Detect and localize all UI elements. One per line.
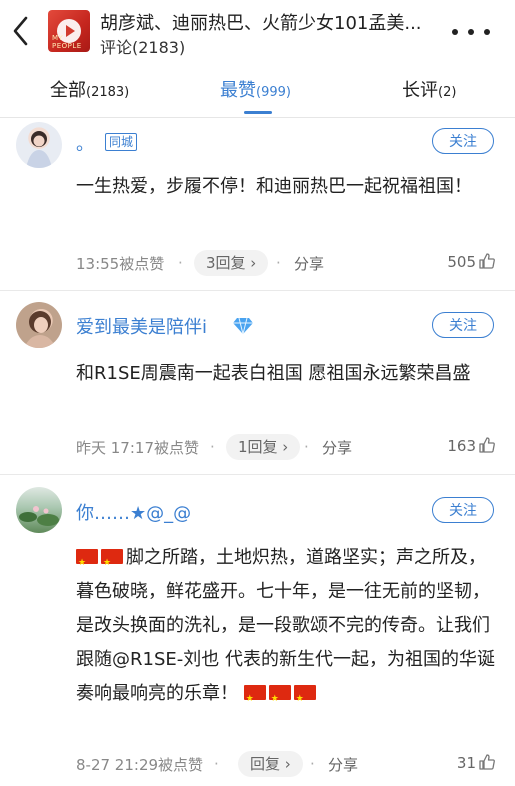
comment-count: 评论(2183) <box>100 38 186 57</box>
comment-meta: 8-27 21:29被点赞 · 回复 › · 分享 31 <box>76 751 496 777</box>
like-button[interactable]: 163 <box>447 436 496 455</box>
like-count: 505 <box>447 253 476 271</box>
tab-long[interactable]: 长评(2) <box>402 76 456 102</box>
like-time: 13:55被点赞 <box>76 255 165 273</box>
username[interactable]: 。 <box>76 130 94 156</box>
follow-button[interactable]: 关注 <box>432 497 494 523</box>
song-cover[interactable]: MY PEOPLE <box>48 10 90 52</box>
like-button[interactable]: 31 <box>457 753 496 772</box>
tab-all-label: 全部 <box>50 80 86 101</box>
like-time: 8-27 21:29被点赞 <box>76 756 204 774</box>
thumbs-up-icon <box>479 754 495 770</box>
follow-button[interactable]: 关注 <box>432 312 494 338</box>
more-icon[interactable] <box>448 16 498 46</box>
tab-active-indicator <box>244 111 272 114</box>
separator: · <box>304 438 309 456</box>
separator: · <box>276 254 281 272</box>
comment-tabs: 全部(2183) 最赞(999) 长评(2) <box>0 62 515 118</box>
comment-meta: 昨天 17:17被点赞 · 1回复 › · 分享 163 <box>76 434 496 460</box>
china-flag-icon <box>268 682 291 716</box>
tab-long-label: 长评 <box>402 80 438 101</box>
thumbs-up-icon <box>479 253 495 269</box>
avatar[interactable] <box>16 487 62 533</box>
china-flag-icon <box>243 682 266 716</box>
comment-text: 脚之所踏，土地炽热，道路坚实；声之所及，暮色破晓，鲜花盛开。七十年，是一往无前的… <box>76 541 496 716</box>
song-title[interactable]: 胡彦斌、迪丽热巴、火箭少女101孟美... <box>100 9 430 35</box>
tab-all[interactable]: 全部(2183) <box>50 76 129 102</box>
like-button[interactable]: 505 <box>447 252 496 271</box>
thumbs-up-icon <box>479 437 495 453</box>
tab-top[interactable]: 最赞(999) <box>220 76 291 102</box>
reply-button[interactable]: 1回复 › <box>226 434 301 460</box>
tab-all-count: (2183) <box>86 85 130 100</box>
comment-text: 和R1SE周震南一起表白祖国 愿祖国永远繁荣昌盛 <box>76 363 471 384</box>
back-icon[interactable] <box>6 12 36 50</box>
share-button[interactable]: 分享 <box>294 253 324 274</box>
reply-button[interactable]: 回复 › <box>238 751 303 777</box>
separator: · <box>210 438 215 456</box>
same-city-badge: 同城 <box>105 133 138 151</box>
cover-tag: MY PEOPLE <box>52 34 82 50</box>
comment-meta: 13:55被点赞 · 3回复 › · 分享 505 <box>76 250 496 276</box>
reply-button[interactable]: 3回复 › <box>194 250 269 276</box>
username[interactable]: 你……★@_@ <box>76 499 191 525</box>
like-count: 163 <box>447 437 476 455</box>
comment-item: 你……★@_@ 关注 脚之所踏，土地炽热，道路坚实；声之所及，暮色破晓，鲜花盛开… <box>0 475 515 786</box>
china-flag-icon <box>293 682 316 716</box>
tab-long-count: (2) <box>438 85 457 100</box>
diamond-vip-icon <box>232 317 254 335</box>
separator: · <box>310 755 315 773</box>
tab-top-label: 最赞 <box>220 80 256 101</box>
like-time: 昨天 17:17被点赞 <box>76 439 199 457</box>
share-button[interactable]: 分享 <box>322 437 352 458</box>
share-button[interactable]: 分享 <box>328 754 358 775</box>
separator: · <box>178 254 183 272</box>
follow-button[interactable]: 关注 <box>432 128 494 154</box>
comment-item: 。 同城 关注 一生热爱，步履不停！和迪丽热巴一起祝福祖国！ 13:55被点赞 … <box>0 118 515 288</box>
username[interactable]: 爱到最美是陪伴i <box>76 313 207 339</box>
tab-top-count: (999) <box>256 85 291 100</box>
avatar[interactable] <box>16 302 62 348</box>
comment-text: 一生热爱，步履不停！和迪丽热巴一起祝福祖国！ <box>76 176 472 197</box>
top-bar: MY PEOPLE 胡彦斌、迪丽热巴、火箭少女101孟美... 评论(2183) <box>0 0 515 62</box>
separator: · <box>214 755 219 773</box>
china-flag-icon <box>76 546 98 580</box>
china-flag-icon <box>101 546 123 580</box>
comment-body: 脚之所踏，土地炽热，道路坚实；声之所及，暮色破晓，鲜花盛开。七十年，是一往无前的… <box>76 547 495 704</box>
comment-item: 爱到最美是陪伴i 关注 和R1SE周震南一起表白祖国 愿祖国永远繁荣昌盛 昨天 … <box>0 291 515 471</box>
avatar[interactable] <box>16 122 62 168</box>
like-count: 31 <box>456 754 476 772</box>
